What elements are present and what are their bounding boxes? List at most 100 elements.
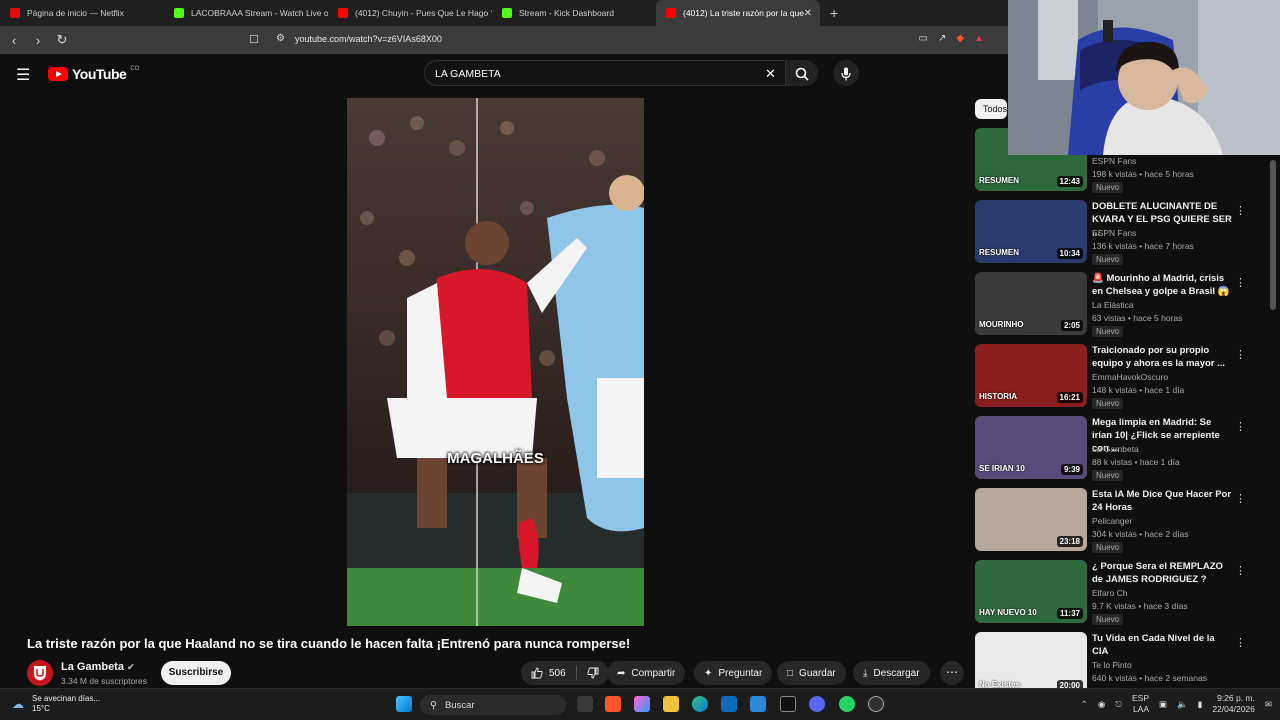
edge-icon[interactable] xyxy=(692,696,708,712)
related-video-title[interactable]: 🚨 Mourinho al Madrid, crisis en Chelsea … xyxy=(1092,272,1232,298)
subscribe-button[interactable]: Suscribirse xyxy=(161,661,231,685)
tray-app-icon[interactable]: ◉ xyxy=(1098,699,1105,710)
related-channel-name[interactable]: La Elástica xyxy=(1092,300,1134,310)
notification-bell-icon[interactable]: ✉ xyxy=(1265,699,1272,710)
related-video-title[interactable]: Esta IA Me Dice Que Hacer Por 24 Horas xyxy=(1092,488,1232,514)
mic-tray-icon[interactable]: ⎋ xyxy=(1115,699,1122,710)
video-thumbnail[interactable]: 23:18 xyxy=(975,488,1087,551)
browser-tab[interactable]: Stream - Kick Dashboard xyxy=(492,0,656,26)
related-video-meta: 63 vistas • hace 5 horas xyxy=(1092,313,1183,323)
channel-avatar[interactable] xyxy=(27,660,53,686)
scrollbar[interactable] xyxy=(1270,160,1276,310)
tray-expand-icon[interactable]: ⌃ xyxy=(1081,699,1088,710)
related-video[interactable]: SE IRIAN 10 9:39 Mega limpia en Madrid: Se… xyxy=(975,416,1265,482)
forward-icon[interactable]: › xyxy=(28,33,48,48)
video-thumbnail[interactable]: SE IRIAN 10 9:39 xyxy=(975,416,1087,479)
menu-icon[interactable]: ☰ xyxy=(16,65,30,85)
copilot-icon[interactable] xyxy=(634,696,650,712)
clock[interactable]: 9:26 p. m. 22/04/2026 xyxy=(1212,693,1255,715)
channel-name[interactable]: La Gambeta ✔ xyxy=(61,661,135,673)
more-options-icon[interactable]: ⋮ xyxy=(1235,276,1246,289)
capcut-icon[interactable] xyxy=(780,696,796,712)
youtube-logo[interactable]: YouTube CO xyxy=(48,66,139,82)
video-thumbnail[interactable]: No Existes 20:00 xyxy=(975,632,1087,695)
browser-tab[interactable]: LACOBRAAA Stream - Watch Live on xyxy=(164,0,328,26)
video-thumbnail[interactable]: MOURINHO 2:05 xyxy=(975,272,1087,335)
more-options-icon[interactable]: ⋮ xyxy=(1235,492,1246,505)
task-view-icon[interactable] xyxy=(577,696,593,712)
video-thumbnail[interactable]: HISTORIA 16:21 xyxy=(975,344,1087,407)
related-video[interactable]: 23:18 Esta IA Me Dice Que Hacer Por 24 Ho… xyxy=(975,488,1265,554)
volume-icon[interactable]: 🔈 xyxy=(1177,699,1188,710)
address-bar[interactable]: youtube.com/watch?v=z6VIAs68X00 xyxy=(295,34,442,44)
more-options-icon[interactable]: ⋮ xyxy=(1235,204,1246,217)
taskbar-search[interactable]: ⚲ Buscar xyxy=(420,695,566,715)
new-tab-button[interactable]: + xyxy=(830,5,838,21)
search-button[interactable] xyxy=(786,60,818,86)
like-button[interactable]: 506 xyxy=(521,661,609,685)
related-channel-name[interactable]: La Gambeta xyxy=(1092,444,1139,454)
related-channel-name[interactable]: ESPN Fans xyxy=(1092,156,1136,166)
related-channel-name[interactable]: Pelicanger xyxy=(1092,516,1132,526)
share-button[interactable]: ➦ Compartir xyxy=(607,661,686,685)
reload-icon[interactable]: ↻ xyxy=(52,32,72,48)
brave-rewards-icon[interactable]: ▲ xyxy=(974,33,984,44)
more-options-icon[interactable]: ⋮ xyxy=(1235,636,1246,649)
close-tab-icon[interactable]: ✕ xyxy=(804,8,812,19)
outlook-icon[interactable] xyxy=(721,696,737,712)
obs-icon[interactable] xyxy=(868,696,884,712)
related-video[interactable]: HAY NUEVO 10 11:37 ¿ Porque Sera el REMPLA… xyxy=(975,560,1265,626)
search-input[interactable]: LA GAMBETA ✕ xyxy=(424,60,786,86)
shield-logo-icon xyxy=(34,666,46,681)
cast-icon[interactable]: ▭ xyxy=(919,33,928,44)
download-button[interactable]: ⤓ Descargar xyxy=(853,661,930,685)
more-options-icon[interactable]: ⋮ xyxy=(1235,564,1246,577)
weather-widget[interactable]: ☁ Se avecinan días... 15°C xyxy=(12,694,100,714)
whatsapp-icon[interactable] xyxy=(839,696,855,712)
bookmark-icon[interactable]: ☐ xyxy=(249,33,259,46)
battery-icon[interactable]: ▮ xyxy=(1198,699,1203,710)
thumbs-down-icon[interactable] xyxy=(587,667,599,679)
related-video-title[interactable]: ¿ Porque Sera el REMPLAZO de JAMES RODRI… xyxy=(1092,560,1232,586)
voice-search-button[interactable] xyxy=(833,60,859,86)
tab-title: (4012) La triste razón por la que xyxy=(683,8,804,18)
windows-start-icon[interactable] xyxy=(396,696,412,712)
browser-tab[interactable]: (4012) Chuyin - Pues Que Le Hago ? xyxy=(328,0,492,26)
brave-browser-icon[interactable] xyxy=(605,696,621,712)
site-info-icon[interactable]: ⚙ xyxy=(276,33,285,44)
related-video[interactable]: RESUMEN 10:34 DOBLETE ALUCINANTE DE KVARA … xyxy=(975,200,1265,266)
related-channel-name[interactable]: EmmaHavokOscuro xyxy=(1092,372,1168,382)
video-player[interactable]: MAGALHÃES xyxy=(347,98,644,626)
more-options-icon[interactable]: ⋮ xyxy=(1235,348,1246,361)
ask-button[interactable]: ✦ Preguntar xyxy=(694,661,773,685)
related-video-title[interactable]: Tu Vida en Cada Nivel de la CIA xyxy=(1092,632,1232,658)
related-channel-name[interactable]: Elfaro Ch xyxy=(1092,588,1127,598)
browser-tab[interactable]: (4012) La triste razón por la que ✕ xyxy=(656,0,820,26)
related-channel-name[interactable]: ESPN Fans xyxy=(1092,228,1136,238)
taskbar-search-icon: ⚲ xyxy=(430,699,437,711)
file-explorer-icon[interactable] xyxy=(663,696,679,712)
related-video-title[interactable]: Traicionado por su propio equipo y ahora… xyxy=(1092,344,1232,370)
network-icon[interactable]: ▣ xyxy=(1159,699,1167,710)
clear-search-icon[interactable]: ✕ xyxy=(765,66,776,82)
related-channel-name[interactable]: Te lo Pinto xyxy=(1092,660,1132,670)
back-icon[interactable]: ‹ xyxy=(4,33,24,48)
browser-toolbar: ‹ › ↻ ☐ ⚙ youtube.com/watch?v=z6VIAs68X0… xyxy=(0,26,1008,54)
brave-shield-icon[interactable]: ◆ xyxy=(956,33,964,44)
language-indicator[interactable]: ESP LAA xyxy=(1132,693,1149,715)
related-video[interactable]: HISTORIA 16:21 Traicionado por su propio e… xyxy=(975,344,1265,410)
related-video-meta: 304 k vistas • hace 2 días xyxy=(1092,529,1189,539)
store-icon[interactable] xyxy=(750,696,766,712)
share-icon[interactable]: ↗ xyxy=(938,33,946,44)
video-thumbnail[interactable]: RESUMEN 10:34 xyxy=(975,200,1087,263)
discord-icon[interactable] xyxy=(809,696,825,712)
related-video[interactable]: MOURINHO 2:05 🚨 Mourinho al Madrid, crisis… xyxy=(975,272,1265,338)
browser-tabbar: Página de inicio — Netflix LACOBRAAA Stre… xyxy=(0,0,1008,26)
browser-tab[interactable]: Página de inicio — Netflix xyxy=(0,0,164,26)
more-options-icon[interactable]: ⋮ xyxy=(1235,420,1246,433)
filter-chip-all[interactable]: Todos xyxy=(975,99,1007,119)
system-tray: ⌃ ◉ ⎋ ESP LAA ▣ 🔈 ▮ 9:26 p. m. 22/04/202… xyxy=(1081,693,1272,715)
more-actions-button[interactable]: ⋯ xyxy=(940,661,964,685)
video-thumbnail[interactable]: HAY NUEVO 10 11:37 xyxy=(975,560,1087,623)
save-button[interactable]: □ Guardar xyxy=(777,661,846,685)
